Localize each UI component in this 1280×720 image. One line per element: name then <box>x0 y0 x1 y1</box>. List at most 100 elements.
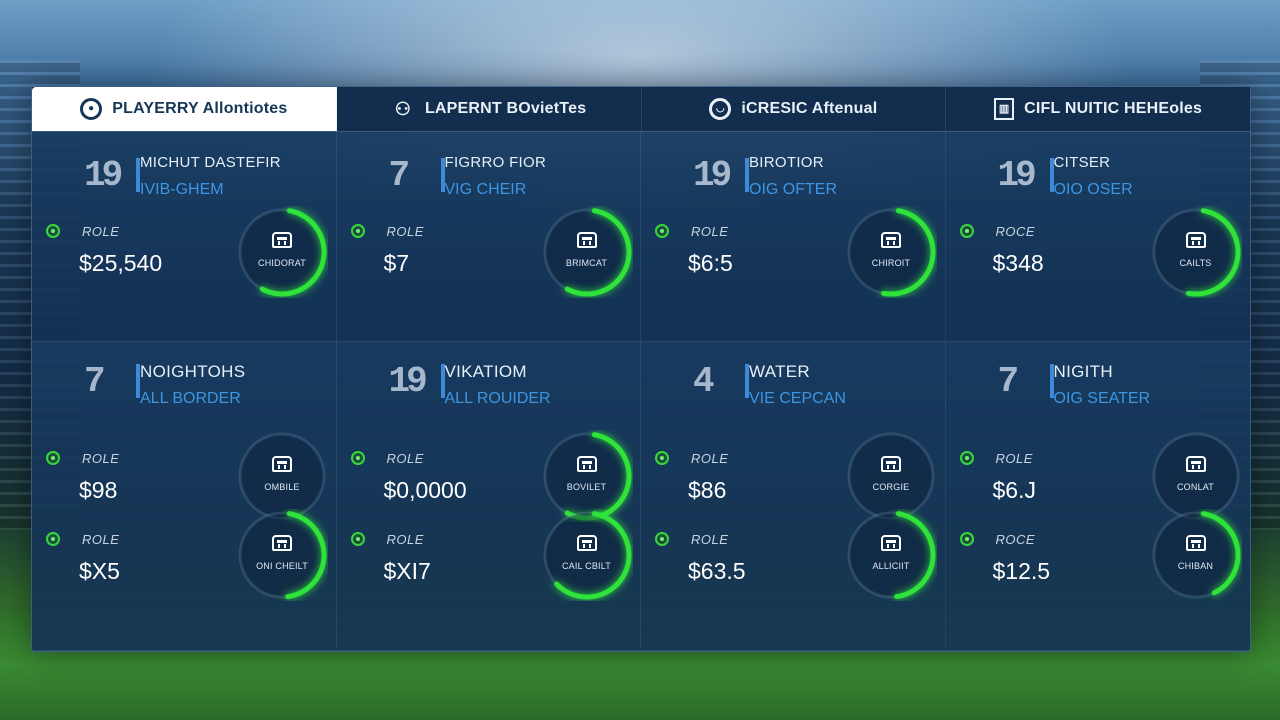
status-dot-icon <box>959 532 974 546</box>
stat-label: ROLE <box>691 224 729 239</box>
player-card[interactable]: 19 BIROTIOR OIG OFTER ROLE $6:5 CHIROIT <box>641 132 946 342</box>
ring-caption: CONLAT <box>1176 482 1215 492</box>
tab-crests[interactable]: ◡ iCRESIC Aftenual <box>642 87 947 131</box>
ring-caption: CHIROIT <box>871 258 911 268</box>
jersey-icon <box>576 456 597 472</box>
tab-label: CIFL NUITIC HEHEoles <box>1024 100 1203 117</box>
rating-ring[interactable]: CAILTS <box>1150 206 1242 298</box>
status-dot-icon <box>46 224 60 238</box>
ring-track <box>238 432 326 520</box>
rating-ring[interactable]: BRIMCAT <box>541 206 633 298</box>
player-card[interactable]: 7 NIGITH OIG SEATER ROLE $6.J CONLAT ROC… <box>945 342 1250 651</box>
player-card[interactable]: 19 MICHUT DASTEFIR IVIB-GHEM ROLE $25,54… <box>32 132 337 342</box>
player-card[interactable]: 19 CITSER OIO OSER ROCE $348 CAILTS <box>945 132 1250 342</box>
ring-track <box>847 432 935 520</box>
ring-svg <box>1151 207 1240 297</box>
player-card[interactable]: 7 NOIGHTOHS ALL BORDER ROLE $98 OMBILE R… <box>32 342 337 651</box>
rating-ring[interactable]: ALLICIIT <box>845 509 937 601</box>
jersey-icon <box>1185 535 1206 551</box>
jersey-number: 19 <box>998 154 1054 198</box>
stat-value: $6:5 <box>688 250 733 276</box>
ring-caption: ONI CHEILT <box>256 561 308 571</box>
ring-svg <box>237 207 327 297</box>
ring-track <box>1152 432 1239 520</box>
jersey-icon <box>1185 456 1206 472</box>
ring-caption: CHIDORAT <box>258 258 306 268</box>
binoculars-icon: ⚇ <box>394 99 412 119</box>
stat-value: $348 <box>992 250 1044 276</box>
player-name: NIGITH <box>1053 362 1113 381</box>
player-role: OIO OSER <box>1053 181 1133 198</box>
jersey-number: 19 <box>693 154 749 198</box>
status-dot-icon <box>655 451 669 465</box>
ring-svg <box>542 207 631 297</box>
circle-badge-icon: ● <box>80 98 103 120</box>
stat-value: $98 <box>79 477 118 503</box>
rating-ring[interactable]: CHIDORAT <box>236 206 328 298</box>
jersey-icon <box>881 535 901 551</box>
stat-value: $12.5 <box>992 558 1051 584</box>
ring-caption: BOVILET <box>566 482 607 492</box>
stat-label: ROLE <box>386 224 424 239</box>
rating-ring[interactable]: CAIL CBILT <box>541 509 633 601</box>
player-role: ALL ROUIDER <box>444 390 551 407</box>
status-dot-icon <box>655 532 669 546</box>
player-name: NOIGHTOHS <box>140 362 246 381</box>
ring-caption: CORGIE <box>872 482 910 492</box>
jersey-number: 19 <box>84 154 140 198</box>
ball-icon: ◡ <box>709 98 732 120</box>
stat-label: ROCE <box>995 224 1036 239</box>
rating-ring[interactable]: CHIBAN <box>1150 509 1242 601</box>
tab-label: PLAYERRY Allontiotes <box>112 100 288 117</box>
ring-caption: CHIBAN <box>1177 561 1214 571</box>
player-card[interactable]: 19 VIKATIOM ALL ROUIDER ROLE $0,0000 BOV… <box>336 342 641 651</box>
ring-caption: CAILTS <box>1179 258 1212 268</box>
ring-caption: CAIL CBILT <box>561 561 611 571</box>
status-dot-icon <box>655 224 669 238</box>
tab-players[interactable]: ● PLAYERRY Allontiotes <box>32 87 337 131</box>
player-role: OIG OFTER <box>749 181 837 198</box>
rating-ring[interactable]: CHIROIT <box>845 206 937 298</box>
jersey-number: 7 <box>389 154 445 198</box>
player-name: FIGRRO FIOR <box>444 154 547 171</box>
jersey-number: 7 <box>998 360 1054 404</box>
player-name: CITSER <box>1053 154 1111 171</box>
stat-label: ROLE <box>82 224 120 239</box>
stat-label: ROLE <box>386 532 424 547</box>
player-card[interactable]: 7 FIGRRO FIOR VIG CHEIR ROLE $7 BRIMCAT <box>336 132 641 342</box>
tab-club[interactable]: ▥ CIFL NUITIC HEHEoles <box>946 87 1250 131</box>
status-dot-icon <box>959 224 974 238</box>
jersey-icon <box>576 535 597 551</box>
jersey-icon <box>881 456 901 472</box>
ring-svg <box>237 510 327 600</box>
stat-label: ROLE <box>82 532 120 547</box>
stat-value: $63.5 <box>688 558 746 584</box>
stat-value: $86 <box>688 477 727 503</box>
jersey-icon <box>1185 232 1206 248</box>
player-name: VIKATIOM <box>444 362 527 381</box>
tab-lineup[interactable]: ⚇ LAPERNT BOvietTes <box>337 87 642 131</box>
team-panel: ● PLAYERRY Allontiotes ⚇ LAPERNT BOvietT… <box>31 86 1251 652</box>
player-card[interactable]: 4 WATER VIE CEPCAN ROLE $86 CORGIE ROLE … <box>641 342 946 651</box>
stat-label: ROLE <box>995 451 1033 466</box>
stat-value: $7 <box>383 250 410 276</box>
jersey-icon <box>881 232 901 248</box>
player-name: MICHUT DASTEFIR <box>140 154 281 171</box>
player-grid: 19 MICHUT DASTEFIR IVIB-GHEM ROLE $25,54… <box>32 132 1250 651</box>
tab-label: LAPERNT BOvietTes <box>424 100 587 117</box>
rating-ring[interactable]: ONI CHEILT <box>236 509 328 601</box>
jersey-icon <box>272 456 292 472</box>
jersey-icon <box>272 535 292 551</box>
player-role: ALL BORDER <box>140 390 241 407</box>
ring-svg <box>846 207 936 297</box>
jersey-icon <box>576 232 597 248</box>
status-dot-icon <box>350 532 365 546</box>
stat-label: ROLE <box>691 451 729 466</box>
jersey-icon <box>272 232 292 248</box>
stat-value: $X5 <box>79 558 120 584</box>
status-dot-icon <box>46 532 60 546</box>
player-role: IVIB-GHEM <box>140 181 224 198</box>
stat-value: $25,540 <box>79 250 163 276</box>
status-dot-icon <box>959 451 974 465</box>
jersey-number: 7 <box>84 360 140 404</box>
